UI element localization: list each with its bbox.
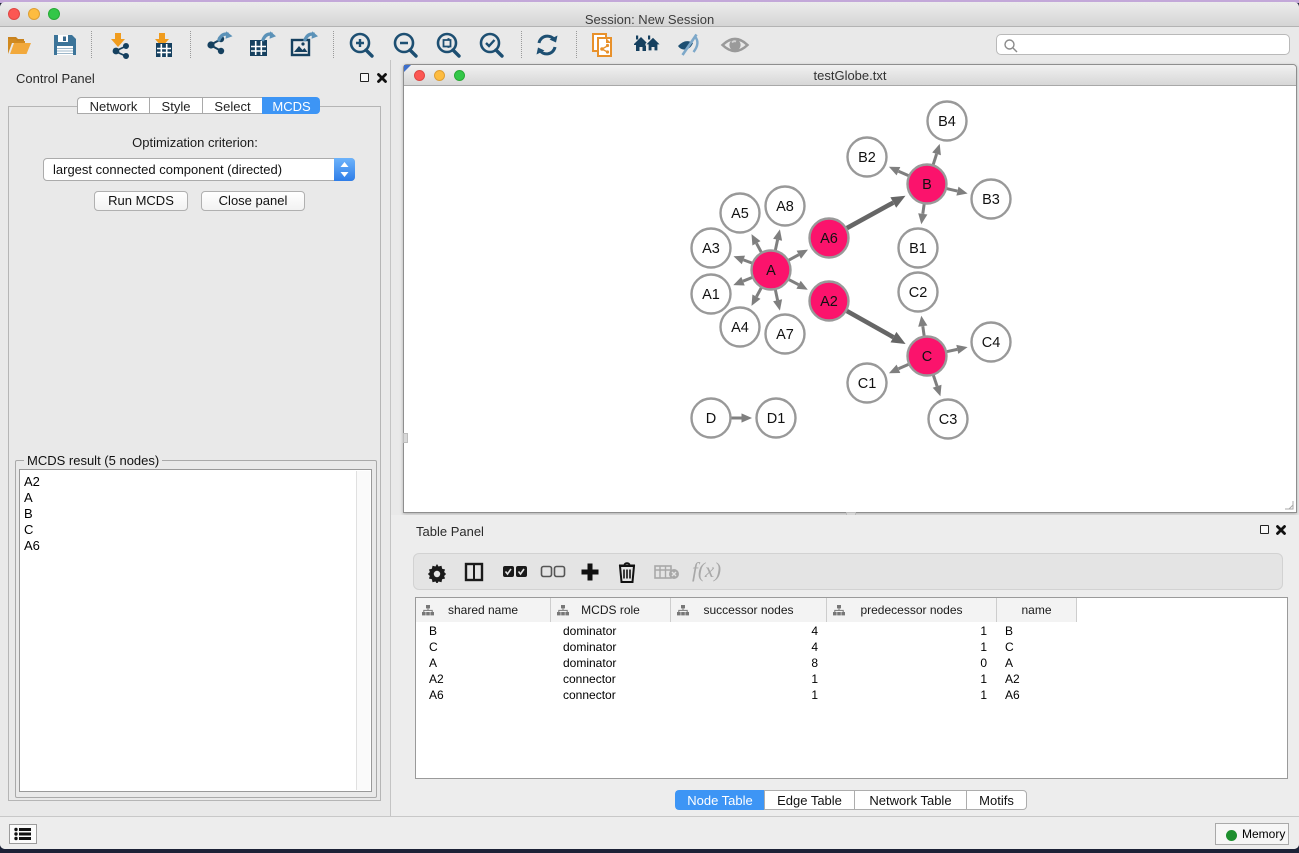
svg-text:D1: D1: [767, 411, 786, 427]
svg-text:C: C: [922, 349, 932, 365]
svg-text:A1: A1: [702, 287, 720, 303]
svg-text:A5: A5: [731, 206, 749, 222]
svg-text:B2: B2: [858, 150, 876, 166]
svg-text:A: A: [766, 263, 776, 279]
svg-text:A6: A6: [820, 231, 838, 247]
svg-text:B4: B4: [938, 114, 956, 130]
svg-text:C2: C2: [909, 285, 928, 301]
svg-text:B3: B3: [982, 192, 1000, 208]
svg-text:A7: A7: [776, 327, 794, 343]
svg-text:B1: B1: [909, 241, 927, 257]
svg-text:D: D: [706, 411, 716, 427]
svg-text:C4: C4: [982, 335, 1001, 351]
svg-text:A4: A4: [731, 320, 749, 336]
svg-text:A2: A2: [820, 294, 838, 310]
svg-text:C1: C1: [858, 376, 877, 392]
svg-text:B: B: [922, 177, 932, 193]
svg-text:A3: A3: [702, 241, 720, 257]
svg-text:A8: A8: [776, 199, 794, 215]
svg-text:C3: C3: [939, 412, 958, 428]
